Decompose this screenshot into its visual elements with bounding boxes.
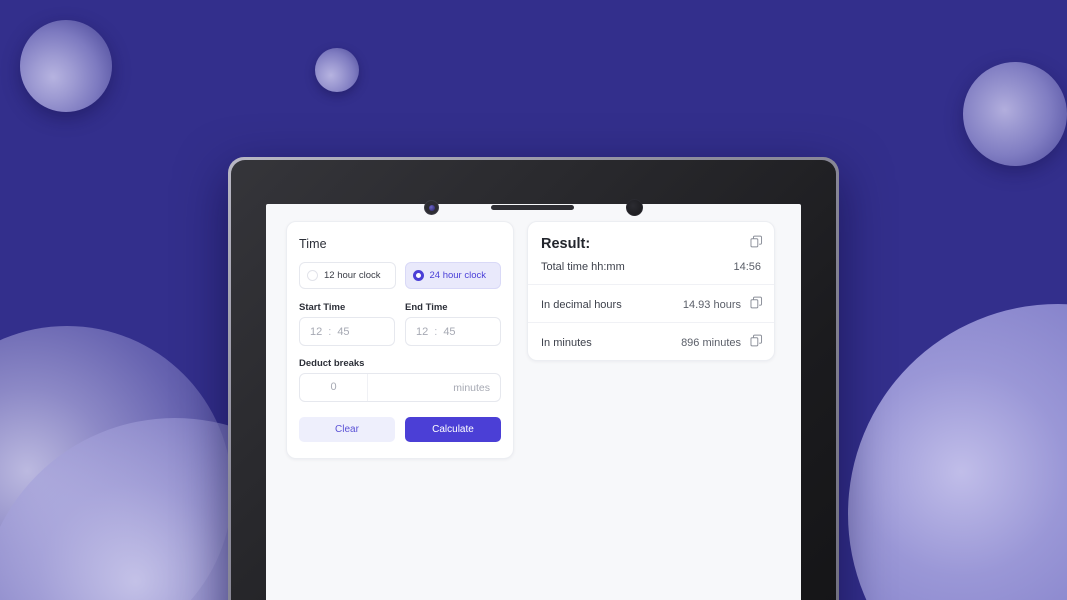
result-line: In minutes 896 minutes: [541, 337, 761, 349]
end-time-input[interactable]: 12 : 45: [405, 317, 501, 346]
sphere-top-small: [315, 48, 359, 92]
calculate-button[interactable]: Calculate: [405, 417, 501, 442]
tablet-bezel: Time 12 hour clock 24 hour clock Start T…: [231, 160, 836, 600]
result-row-total-time: Result: Total time hh:mm 14:56: [528, 222, 774, 284]
result-heading: Result:: [541, 236, 591, 252]
result-value: 896 minutes: [681, 337, 741, 349]
sensor-icon: [626, 199, 643, 216]
start-time-label: Start Time: [299, 302, 346, 313]
time-form-card: Time 12 hour clock 24 hour clock Start T…: [286, 221, 514, 459]
time-field-labels: Start Time End Time: [299, 302, 501, 313]
result-line: Total time hh:mm 14:56: [541, 261, 761, 273]
time-inputs-row: 12 : 45 12 : 45: [299, 317, 501, 346]
result-key: In minutes: [541, 337, 592, 349]
radio-dot-icon: [307, 270, 318, 281]
result-value: 14.93 hours: [682, 299, 741, 311]
end-time-minutes[interactable]: 45: [443, 326, 455, 338]
sphere-bottom-right: [848, 304, 1067, 600]
end-time-hours[interactable]: 12: [416, 326, 428, 338]
sphere-top-left: [20, 20, 112, 112]
end-time-label: End Time: [405, 302, 448, 313]
copy-icon[interactable]: [750, 334, 763, 347]
form-title: Time: [299, 237, 327, 251]
deduct-breaks-label: Deduct breaks: [299, 358, 365, 369]
copy-icon[interactable]: [750, 296, 763, 309]
camera-icon: [424, 200, 439, 215]
speaker-grille-icon: [491, 205, 574, 210]
result-line: In decimal hours 14.93 hours: [541, 299, 761, 311]
radio-24-hour-label: 24 hour clock: [429, 270, 487, 281]
result-key: Total time hh:mm: [541, 261, 625, 273]
tablet-sensor-row: [231, 199, 836, 216]
wallpaper-scene: Time 12 hour clock 24 hour clock Start T…: [0, 0, 1067, 600]
deduct-breaks-input[interactable]: 0: [300, 374, 368, 401]
app-screen: Time 12 hour clock 24 hour clock Start T…: [266, 204, 801, 600]
deduct-breaks-field[interactable]: 0 minutes: [299, 373, 501, 402]
result-card: Result: Total time hh:mm 14:56 In decima…: [527, 221, 775, 361]
radio-12-hour-label: 12 hour clock: [324, 270, 381, 281]
radio-dot-icon: [412, 270, 424, 281]
radio-12-hour-clock[interactable]: 12 hour clock: [299, 262, 396, 289]
result-row-minutes: In minutes 896 minutes: [528, 322, 774, 360]
result-key: In decimal hours: [541, 299, 622, 311]
start-time-input[interactable]: 12 : 45: [299, 317, 395, 346]
copy-icon[interactable]: [750, 235, 763, 248]
clear-button[interactable]: Clear: [299, 417, 395, 442]
result-row-decimal-hours: In decimal hours 14.93 hours: [528, 284, 774, 322]
result-value: 14:56: [733, 261, 761, 273]
sphere-top-right: [963, 62, 1067, 166]
deduct-breaks-unit: minutes: [453, 381, 490, 394]
start-time-hours[interactable]: 12: [310, 326, 322, 338]
start-time-minutes[interactable]: 45: [337, 326, 349, 338]
end-time-separator: :: [434, 325, 438, 338]
form-actions: Clear Calculate: [299, 417, 501, 442]
start-time-separator: :: [328, 325, 332, 338]
radio-24-hour-clock[interactable]: 24 hour clock: [404, 262, 501, 289]
tablet-device: Time 12 hour clock 24 hour clock Start T…: [228, 157, 839, 600]
clock-format-group: 12 hour clock 24 hour clock: [299, 262, 501, 289]
